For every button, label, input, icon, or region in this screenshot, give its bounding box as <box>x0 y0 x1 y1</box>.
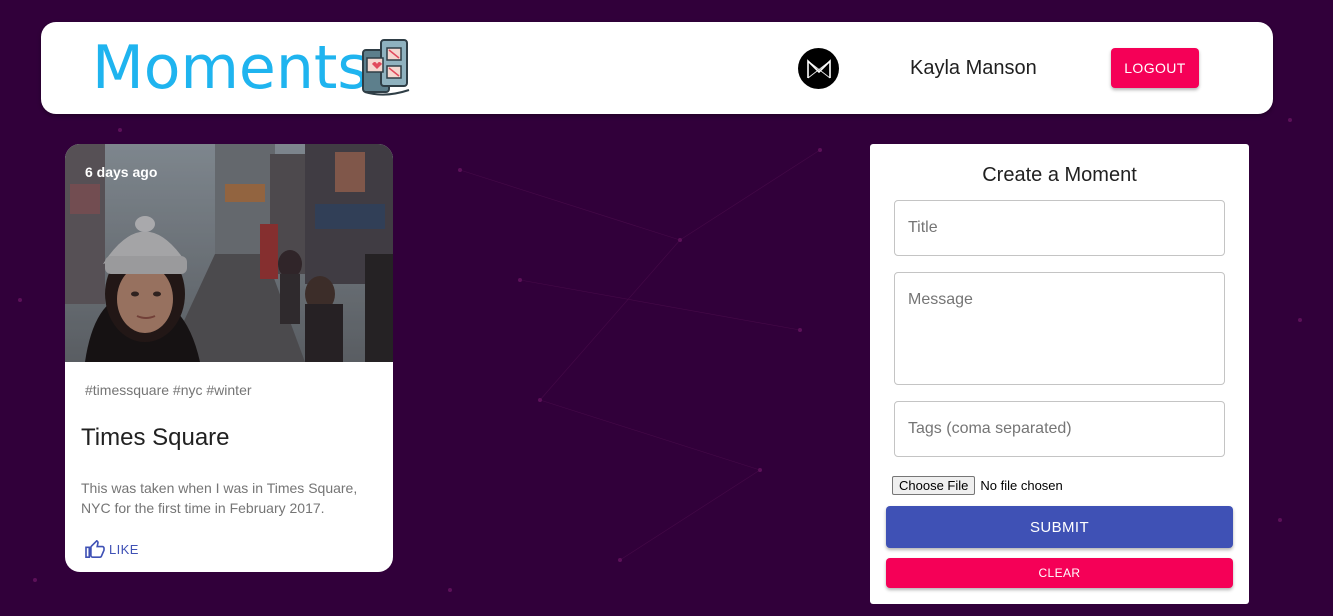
like-button[interactable]: LIKE <box>85 538 139 560</box>
choose-file-button[interactable]: Choose File <box>892 476 976 495</box>
post-tags: #timessquare #nyc #winter <box>85 382 252 398</box>
m-monogram-icon <box>806 58 831 78</box>
app-bar: Moments Kayla Manson LOGOUT <box>41 22 1273 114</box>
tags-input[interactable] <box>894 401 1225 457</box>
title-input[interactable] <box>894 200 1225 256</box>
submit-button[interactable]: SUBMIT <box>886 506 1233 548</box>
avatar[interactable] <box>798 48 839 89</box>
message-input[interactable] <box>894 272 1225 385</box>
file-picker: Choose File No file chosen <box>892 476 1063 495</box>
post-card: 6 days ago #timessquare #nyc #winter Tim… <box>65 144 393 572</box>
post-title: Times Square <box>81 424 230 451</box>
clear-button[interactable]: CLEAR <box>886 558 1233 588</box>
post-image: 6 days ago <box>65 144 393 362</box>
file-status: No file chosen <box>980 478 1063 493</box>
post-time: 6 days ago <box>85 164 158 180</box>
form-heading: Create a Moment <box>982 164 1137 186</box>
user-name: Kayla Manson <box>910 57 1037 79</box>
brand-title[interactable]: Moments <box>92 34 369 102</box>
like-label: LIKE <box>109 541 139 557</box>
thumb-up-icon <box>85 540 105 558</box>
film-strip-heart-icon <box>362 39 410 96</box>
create-moment-form: Create a Moment Choose File No file chos… <box>870 144 1249 604</box>
post-message: This was taken when I was in Times Squar… <box>81 480 358 516</box>
logout-button[interactable]: LOGOUT <box>1111 48 1199 88</box>
